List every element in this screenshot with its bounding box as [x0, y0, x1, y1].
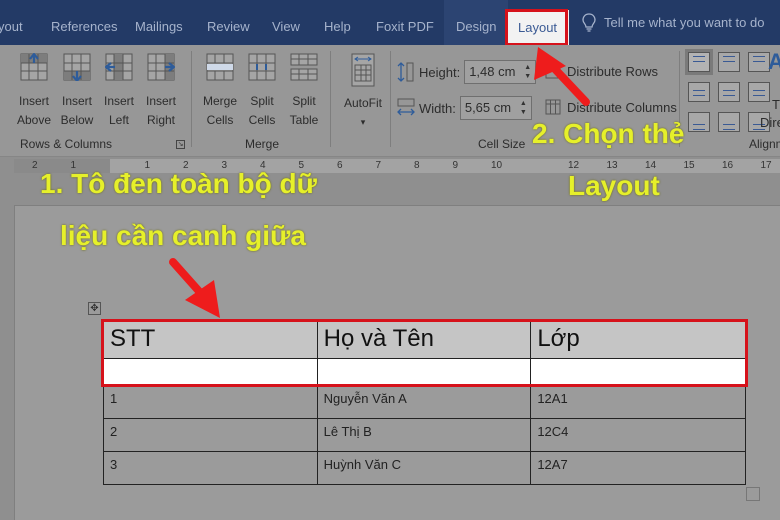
arrow-to-layout-tab-icon [534, 47, 590, 106]
arrow-to-table-icon [169, 258, 220, 318]
annotation-arrows [169, 47, 590, 318]
